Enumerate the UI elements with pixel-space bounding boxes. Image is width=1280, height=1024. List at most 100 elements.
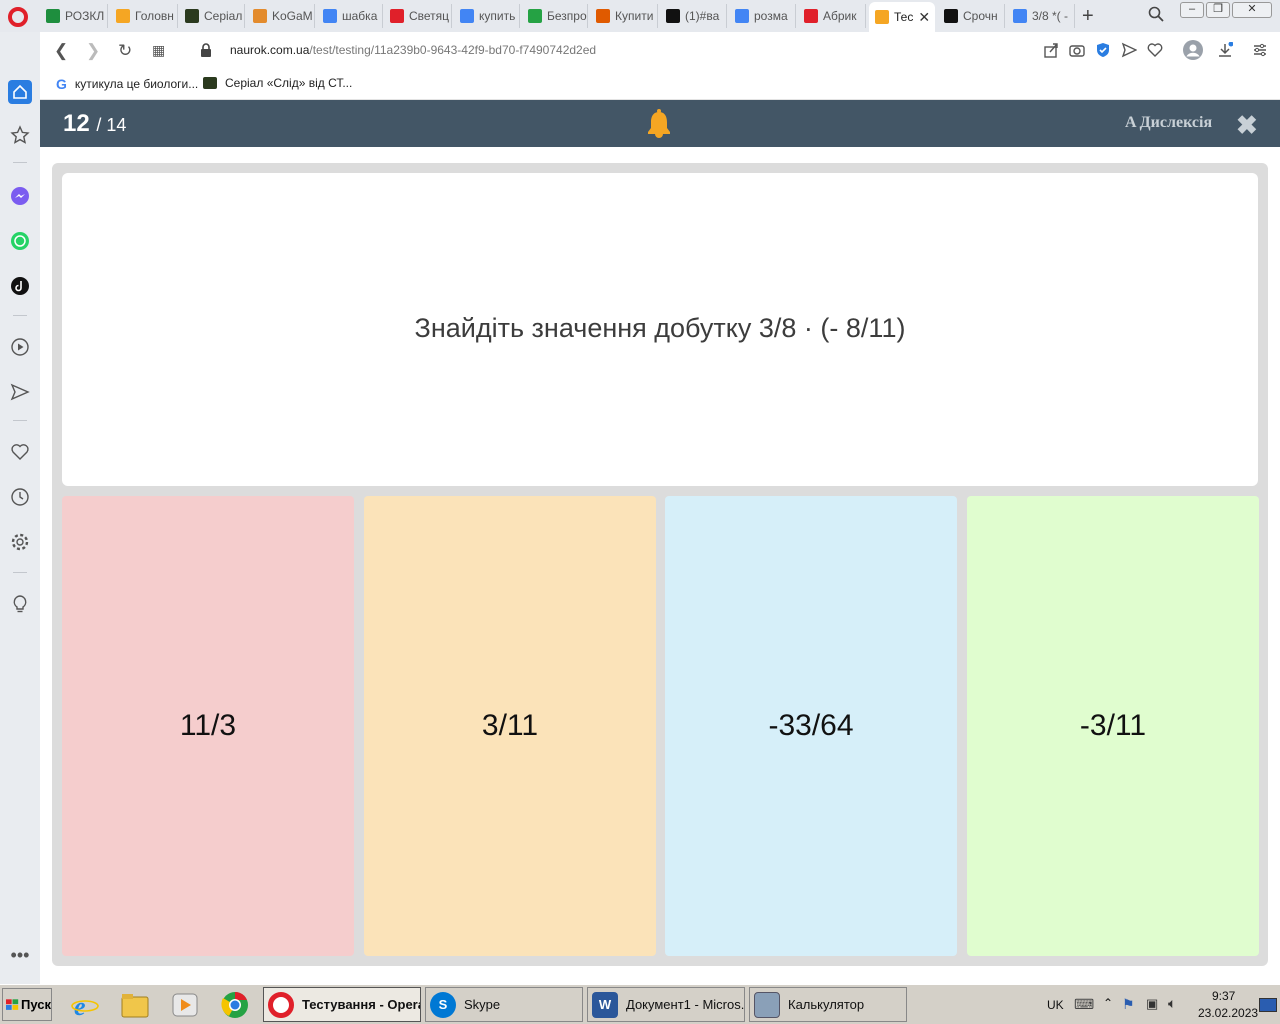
vpn-shield-icon[interactable] (1095, 42, 1111, 58)
bookmark-item[interactable]: G кутикула це биологи... (56, 76, 198, 92)
question-text: Знайдіть значення добутку 3/8 · (- 8/11) (414, 313, 906, 343)
taskbar-item-word[interactable]: W Документ1 - Micros... (587, 987, 745, 1022)
browser-tab[interactable]: Абрик (798, 4, 866, 28)
close-test-button[interactable]: ✖ (1236, 110, 1258, 141)
forward-button[interactable]: ❯ (86, 41, 100, 61)
browser-tab[interactable]: Тес ✕ (869, 2, 935, 32)
browser-tab[interactable]: KoGaM (247, 4, 315, 28)
tab-favicon-icon (875, 10, 889, 24)
download-icon[interactable] (1217, 42, 1233, 58)
network-icon[interactable]: ▣ (1146, 996, 1158, 1012)
url-field[interactable]: naurok.com.ua/test/testing/11a239b0-9643… (230, 43, 596, 57)
send-icon[interactable] (1121, 42, 1137, 58)
opera-menu-icon[interactable] (8, 7, 28, 27)
tab-label: Светяц (409, 9, 450, 23)
keyboard-icon[interactable]: ⌨ (1074, 996, 1094, 1013)
file-explorer-icon[interactable] (120, 991, 150, 1019)
browser-tab[interactable]: (1)#ва (660, 4, 727, 28)
internet-explorer-icon[interactable]: e (70, 991, 100, 1019)
heart-icon[interactable] (1147, 42, 1163, 58)
home-icon[interactable] (8, 80, 32, 104)
bookmark-label: кутикула це биологи... (74, 77, 199, 91)
bookmark-item[interactable]: Серіал «Слід» від СТ... (203, 76, 352, 90)
show-desktop-icon[interactable] (1259, 998, 1277, 1012)
answer-option-4[interactable]: -3/11 (967, 496, 1259, 956)
settings-gear-icon[interactable] (10, 532, 30, 552)
opera-icon (268, 991, 294, 1018)
browser-tab[interactable]: РОЗКЛ (40, 4, 108, 28)
clock-time[interactable]: 9:37 (1212, 989, 1235, 1003)
browser-tab[interactable]: 3/8 *( - (1007, 4, 1075, 28)
browser-tab[interactable]: шабка (317, 4, 383, 28)
tab-label: Срочн (963, 9, 998, 23)
browser-tab[interactable]: Серіал (179, 4, 245, 28)
tab-search-icon[interactable] (1148, 6, 1164, 22)
maximize-button[interactable]: ❐ (1206, 2, 1230, 18)
share-icon[interactable] (1043, 42, 1059, 58)
tab-label: Серіал (204, 9, 243, 23)
browser-tab[interactable]: розма (729, 4, 796, 28)
video-icon (203, 77, 217, 89)
profile-avatar-icon[interactable] (1183, 40, 1203, 60)
google-icon: G (56, 76, 67, 92)
volume-icon[interactable]: 🔈︎ (1168, 995, 1176, 1012)
minimize-button[interactable]: ‒ (1180, 2, 1204, 18)
opera-sidebar: ••• (0, 32, 40, 984)
chrome-icon[interactable] (220, 991, 250, 1019)
question-counter: 12 / 14 (63, 110, 126, 138)
browser-tabbar: РОЗКЛ Головн Серіал KoGaM шабка Светяц купить Б… (0, 0, 1280, 32)
tab-favicon-icon (46, 9, 60, 23)
dyslexia-toggle[interactable]: A Дислексія (1125, 114, 1212, 132)
answer-option-1[interactable]: 11/3 (62, 496, 354, 956)
close-tab-icon[interactable]: ✕ (918, 9, 930, 26)
action-center-flag-icon[interactable]: ⚑ (1122, 996, 1135, 1013)
browser-tab[interactable]: Светяц (384, 4, 452, 28)
tab-favicon-icon (460, 9, 474, 23)
browser-tab[interactable]: Головн (110, 4, 178, 28)
clock-date[interactable]: 23.02.2023 (1198, 1006, 1258, 1020)
url-path: /test/testing/11a239b0-9643-42f9-bd70-f7… (309, 43, 597, 57)
taskbar-item-opera[interactable]: Тестування - Opera (263, 987, 421, 1022)
tab-label: Головн (135, 9, 174, 23)
bookmarks-star-icon[interactable] (10, 125, 30, 145)
answer-option-2[interactable]: 3/11 (364, 496, 656, 956)
show-hidden-icons-button[interactable]: ⌃ (1103, 996, 1113, 1010)
messenger-icon[interactable] (10, 186, 30, 206)
history-clock-icon[interactable] (10, 487, 30, 507)
tab-favicon-icon (1013, 9, 1027, 23)
tips-lightbulb-icon[interactable] (10, 594, 30, 614)
browser-tab[interactable]: Безпро (522, 4, 588, 28)
taskbar-item-skype[interactable]: S Skype (425, 987, 583, 1022)
more-options-icon[interactable]: ••• (10, 946, 30, 969)
tab-favicon-icon (116, 9, 130, 23)
answer-option-3[interactable]: -33/64 (665, 496, 957, 956)
tab-favicon-icon (666, 9, 680, 23)
tab-favicon-icon (528, 9, 542, 23)
task-label: Skype (464, 997, 501, 1012)
whatsapp-icon[interactable] (10, 231, 30, 251)
player-icon[interactable] (10, 337, 30, 357)
tiktok-icon[interactable] (10, 276, 30, 296)
camera-icon[interactable] (1069, 42, 1085, 58)
browser-tab[interactable]: купить (454, 4, 520, 28)
browser-tab[interactable]: Купити (590, 4, 658, 28)
test-page: 12 / 14 A Дислексія ✖ Знайдіть значення … (40, 100, 1280, 984)
word-icon: W (592, 991, 618, 1018)
taskbar-item-calculator[interactable]: Калькулятор (749, 987, 907, 1022)
question-frame: Знайдіть значення добутку 3/8 · (- 8/11)… (52, 163, 1268, 966)
tabs-grid-icon[interactable]: ▦ (152, 42, 165, 59)
back-button[interactable]: ❮ (54, 41, 68, 61)
task-label: Тестування - Opera (302, 997, 421, 1012)
browser-tab[interactable]: Срочн (938, 4, 1005, 28)
easy-setup-icon[interactable] (1252, 42, 1268, 58)
tab-label: Тес (894, 10, 914, 24)
reload-button[interactable]: ↻ (118, 41, 132, 61)
media-player-icon[interactable] (170, 991, 200, 1019)
lock-icon[interactable] (198, 42, 214, 58)
favorites-heart-icon[interactable] (10, 442, 30, 462)
flow-send-icon[interactable] (10, 382, 30, 402)
start-button[interactable]: Пуск (2, 988, 52, 1021)
new-tab-button[interactable]: + (1082, 5, 1094, 28)
close-window-button[interactable]: ✕ (1232, 2, 1272, 18)
language-indicator[interactable]: UK (1047, 998, 1064, 1012)
